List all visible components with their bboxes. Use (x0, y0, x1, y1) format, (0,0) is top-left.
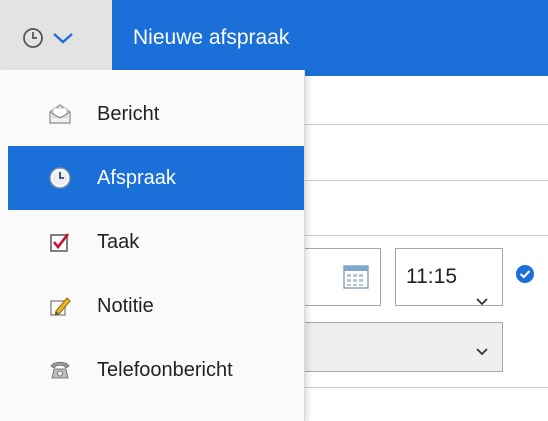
telephone-icon (48, 358, 72, 382)
chevron-down-icon (476, 272, 488, 328)
calendar-icon[interactable] (343, 264, 369, 295)
menu-item-label: Taak (97, 230, 140, 253)
menu-item-label: Telefoonbericht (97, 358, 233, 381)
item-type-selector-button[interactable] (0, 0, 112, 76)
menu-item-bericht[interactable]: Bericht (8, 82, 304, 146)
menu-item-label: Bericht (97, 102, 160, 125)
menu-item-afspraak[interactable]: Afspraak (8, 146, 304, 210)
menu-item-taak[interactable]: Taak (8, 210, 304, 274)
form-field-divider (303, 180, 548, 181)
start-date-field[interactable] (303, 248, 381, 306)
menu-item-label: Afspraak (97, 166, 176, 189)
start-time-value: 11:15 (406, 265, 457, 288)
form-field-divider (303, 124, 548, 125)
chevron-down-icon (476, 343, 488, 361)
duration-select[interactable] (303, 322, 503, 372)
menu-item-notitie[interactable]: Notitie (8, 274, 304, 338)
check-circle-icon[interactable] (515, 264, 535, 289)
checkbox-icon (48, 230, 72, 254)
clock-icon (22, 27, 44, 49)
top-bar: Nieuwe afspraak (0, 0, 548, 76)
envelope-icon (48, 102, 72, 126)
pencil-icon (48, 294, 72, 318)
clock-icon (48, 166, 72, 190)
form-field-divider (303, 387, 548, 388)
menu-item-telefoonbericht[interactable]: Telefoonbericht (8, 338, 304, 402)
new-item-type-menu: Bericht Afspraak Taak Notitie Telefoonbe… (0, 70, 305, 421)
menu-item-label: Notitie (97, 294, 154, 317)
start-time-select[interactable]: 11:15 (395, 248, 503, 306)
form-field-divider (303, 235, 548, 236)
page-title: Nieuwe afspraak (133, 26, 290, 49)
chevron-down-icon (52, 31, 74, 45)
